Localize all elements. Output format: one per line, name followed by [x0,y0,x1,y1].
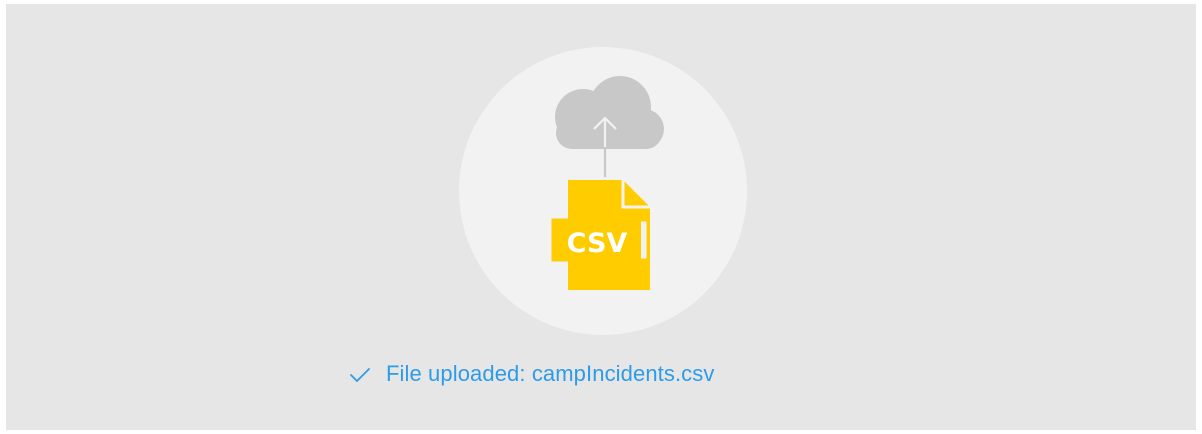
cloud-upload-icon [555,76,664,177]
upload-status-message: File uploaded: campIncidents.csv [386,361,715,386]
right-border [1196,0,1202,434]
check-icon [350,368,370,382]
csv-file-label: CSV [567,228,628,259]
upload-panel: CSV File uploaded: campIncidents.csv [0,0,1202,434]
upload-illustration: CSV [459,47,747,335]
upload-status: File uploaded: campIncidents.csv [348,356,714,392]
csv-file-icon: CSV [551,180,650,290]
top-border [0,0,1202,4]
bottom-border [0,430,1202,434]
upload-illustration-graphic: CSV [551,76,664,290]
left-border [0,0,6,434]
